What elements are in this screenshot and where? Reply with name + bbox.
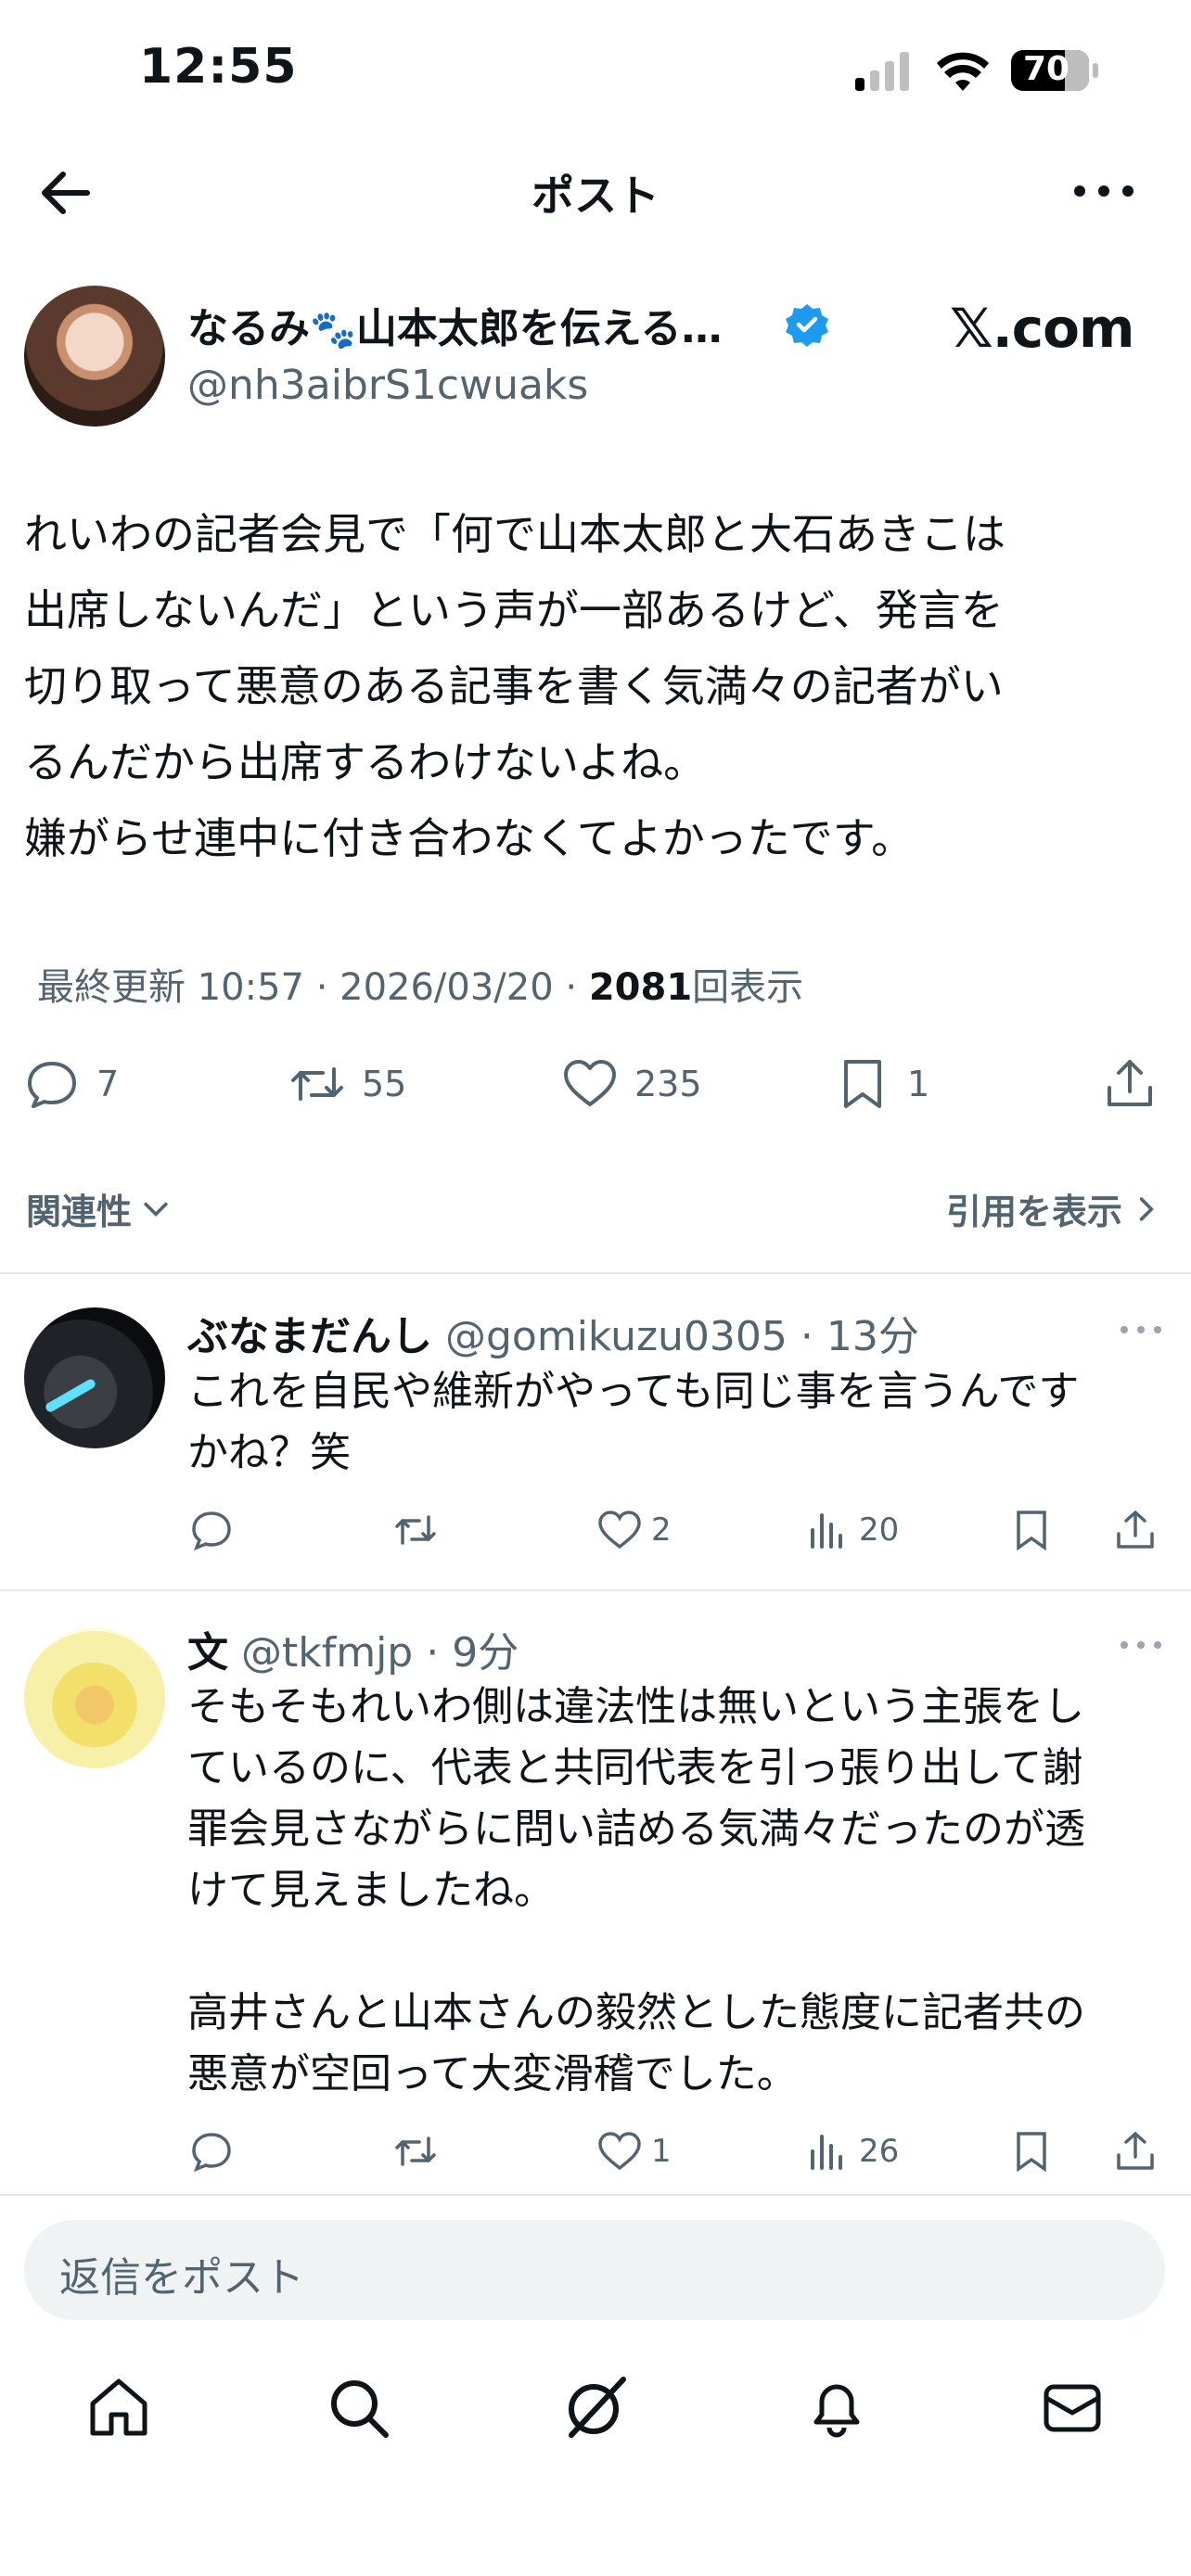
share-icon <box>1117 1511 1154 1549</box>
bookmark-stat-button[interactable]: 1 <box>835 1053 929 1115</box>
more-dots-icon <box>1121 1326 1161 1333</box>
nav-grok-button[interactable] <box>562 2374 629 2441</box>
reply-more-button[interactable] <box>1119 1636 1163 1654</box>
reply-reply-button[interactable] <box>189 2125 234 2177</box>
divider <box>0 2194 1191 2196</box>
reply-icon <box>192 1511 231 1551</box>
reply-bookmark-button[interactable] <box>1009 1504 1054 1556</box>
reply-text: これを自民や維新がやっても同じ事を言うんです かね？笑 <box>187 1368 1080 1476</box>
repost-icon <box>395 2136 436 2166</box>
reply-input-placeholder: 返信をポスト <box>59 2254 304 2302</box>
reply-views-button[interactable]: 20 <box>805 1504 899 1556</box>
reply-author-name[interactable]: ぶなまだんし <box>187 1313 432 1360</box>
reply-header: ぶなまだんし @gomikuzu0305 · 13分 <box>187 1303 919 1362</box>
repost-icon <box>291 1067 343 1101</box>
bookmark-icon <box>844 1060 881 1108</box>
reply-icon <box>28 1062 76 1108</box>
heart-icon <box>564 1060 616 1106</box>
repost-stat-button[interactable]: 55 <box>289 1053 406 1115</box>
status-time: 12:55 <box>139 39 298 95</box>
divider <box>0 1272 1191 1274</box>
home-icon <box>90 2378 147 2436</box>
analytics-icon <box>811 1513 842 1549</box>
reply-author-name[interactable]: 文 <box>187 1629 228 1677</box>
post-meta: 最終更新 10:57 · 2026/03/20 · 2081回表示 <box>37 966 804 1009</box>
heart-icon <box>598 2132 641 2171</box>
view-count: 2081 <box>588 966 693 1009</box>
grok-icon <box>569 2377 626 2438</box>
like-stat-button[interactable]: 235 <box>562 1053 702 1115</box>
more-options-button[interactable] <box>1067 165 1141 217</box>
reply-stat-button[interactable]: 7 <box>24 1053 119 1115</box>
page-title: ポスト <box>531 171 660 221</box>
reply-share-button[interactable] <box>1113 2125 1158 2177</box>
share-button[interactable] <box>1102 1053 1158 1115</box>
author-avatar[interactable] <box>24 286 165 427</box>
reply-avatar[interactable] <box>24 1307 165 1448</box>
reply-repost-button[interactable] <box>393 2125 438 2177</box>
reply-share-button[interactable] <box>1113 1504 1158 1556</box>
more-dots-icon <box>1121 1641 1161 1649</box>
reply-author-handle[interactable]: @gomikuzu0305 · 13分 <box>445 1313 919 1360</box>
share-icon <box>1117 2132 1154 2170</box>
nav-home-button[interactable] <box>85 2374 152 2441</box>
chevron-right-icon <box>1139 1196 1154 1221</box>
mail-icon <box>1044 2384 1101 2432</box>
more-dots-icon <box>1074 185 1133 197</box>
analytics-icon <box>811 2135 842 2170</box>
paw-emoji: 🐾 <box>310 309 356 351</box>
cellular-signal-icon <box>855 52 909 91</box>
reply-header: 文 @tkfmjp · 9分 <box>187 1619 519 1678</box>
author-handle[interactable]: @nh3aibrS1cwuaks <box>187 362 588 409</box>
reply-icon <box>192 2133 231 2173</box>
reply-like-button[interactable]: 1 <box>597 2125 672 2177</box>
wifi-icon <box>937 52 989 91</box>
source-label: 𝕏.com <box>950 297 1134 360</box>
author-name[interactable]: なるみ🐾山本太郎を伝える… <box>187 295 723 354</box>
verified-badge-icon <box>785 302 829 347</box>
reply-reply-button[interactable] <box>189 1504 234 1556</box>
chevron-down-icon <box>144 1202 168 1217</box>
reply-bookmark-button[interactable] <box>1009 2125 1054 2177</box>
nav-search-button[interactable] <box>325 2374 391 2441</box>
sort-relevance-dropdown[interactable]: 関連性 <box>26 1183 173 1234</box>
nav-notifications-button[interactable] <box>803 2374 870 2441</box>
heart-icon <box>598 1511 641 1549</box>
reply-more-button[interactable] <box>1119 1320 1163 1339</box>
reply-like-button[interactable]: 2 <box>597 1504 672 1556</box>
search-icon <box>331 2380 389 2438</box>
repost-icon <box>395 1515 436 1545</box>
bookmark-icon <box>1017 1511 1046 1551</box>
reply-views-button[interactable]: 26 <box>805 2125 899 2177</box>
nav-messages-button[interactable] <box>1039 2374 1106 2441</box>
reply-avatar[interactable] <box>24 1627 165 1768</box>
divider <box>0 1589 1191 1591</box>
reply-repost-button[interactable] <box>393 1504 438 1556</box>
battery-level: 70 <box>1023 50 1070 88</box>
bookmark-icon <box>1017 2132 1046 2173</box>
share-icon <box>1108 1060 1152 1106</box>
reply-text: そもそもれいわ側は違法性は無いという主張をし ているのに、代表と共同代表を引っ張… <box>187 1683 1085 2098</box>
bell-icon <box>813 2384 860 2438</box>
post-text: れいわの記者会見で「何で山本太郎と大石あきこは 出席しないんだ」という声が一部あ… <box>24 509 1005 863</box>
reply-author-handle[interactable]: @tkfmjp · 9分 <box>241 1629 519 1677</box>
view-quotes-link[interactable]: 引用を表示 <box>946 1183 1163 1234</box>
